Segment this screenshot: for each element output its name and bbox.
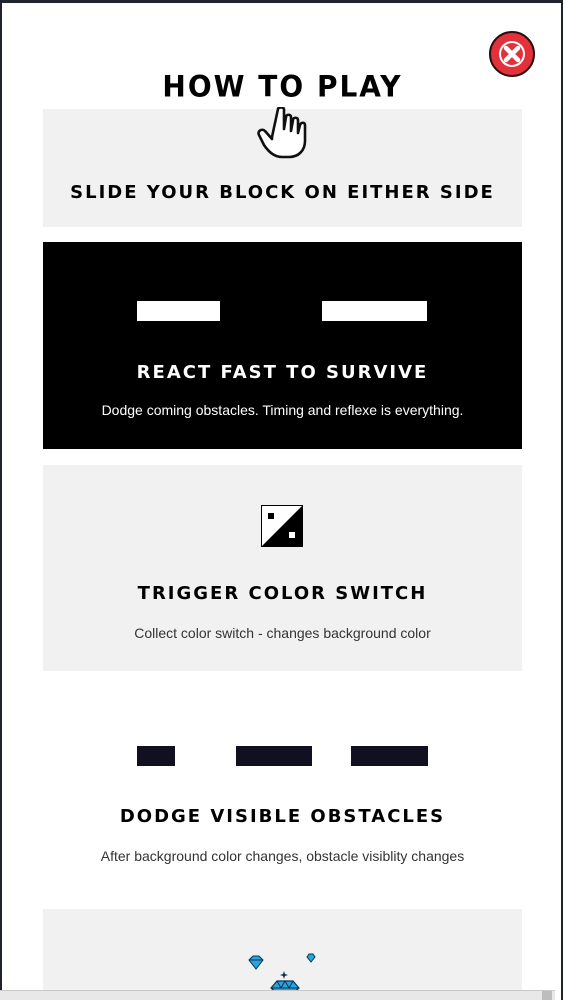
card-slide: SLIDE YOUR BLOCK ON EITHER SIDE — [43, 107, 522, 227]
white-obstacle-right — [322, 301, 427, 321]
card-diamonds — [43, 909, 522, 997]
white-obstacle-left — [137, 301, 220, 321]
dark-obstacle-middle — [236, 746, 312, 766]
color-switch-icon — [261, 505, 303, 547]
card-description: Dodge coming obstacles. Timing and refle… — [101, 402, 464, 418]
close-button[interactable] — [489, 31, 535, 77]
scrollbar-thumb[interactable] — [542, 991, 552, 1000]
card-react: REACT FAST TO SURVIVE Dodge coming obsta… — [43, 242, 522, 449]
hand-pointer-icon — [257, 107, 307, 159]
card-description: After background color changes, obstacle… — [100, 848, 465, 864]
dark-obstacle-right — [351, 746, 428, 766]
dark-obstacle-left — [137, 746, 175, 766]
card-heading: REACT FAST TO SURVIVE — [136, 362, 429, 383]
card-description: Collect color switch - changes backgroun… — [134, 625, 431, 641]
card-heading: TRIGGER COLOR SWITCH — [137, 583, 428, 604]
page-title: HOW TO PLAY — [162, 69, 403, 104]
card-color-switch: TRIGGER COLOR SWITCH Collect color switc… — [43, 465, 522, 671]
horizontal-scrollbar[interactable] — [0, 990, 555, 1000]
close-icon — [499, 41, 525, 67]
card-heading: SLIDE YOUR BLOCK ON EITHER SIDE — [70, 182, 495, 203]
card-dodge: DODGE VISIBLE OBSTACLES After background… — [43, 690, 522, 890]
card-heading: DODGE VISIBLE OBSTACLES — [119, 806, 446, 827]
